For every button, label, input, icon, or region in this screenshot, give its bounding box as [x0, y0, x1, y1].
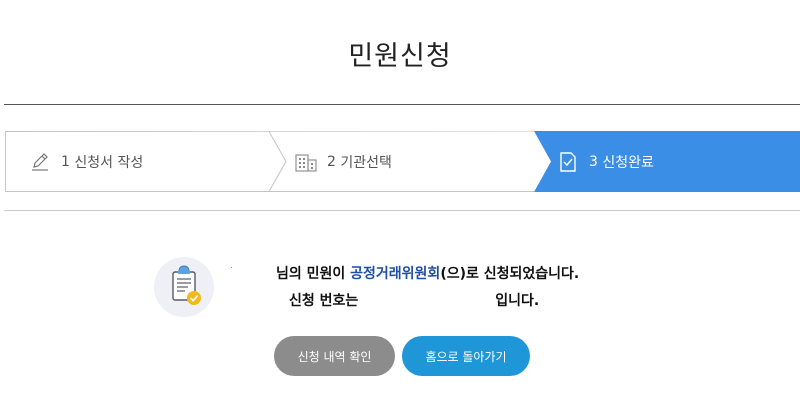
result-message-line2: 신청 번호는 입니다.	[289, 290, 539, 310]
step-3-number: 3	[589, 153, 598, 170]
application-number-prefix: 신청 번호는	[289, 293, 359, 309]
step-3: 3 신청완료	[557, 131, 654, 192]
page-title: 민원신청	[348, 41, 452, 72]
content-divider	[4, 210, 800, 211]
name-placeholder-mark	[231, 267, 232, 268]
application-number-suffix: 입니다.	[495, 293, 540, 309]
step-3-label: 신청완료	[602, 154, 654, 171]
title-divider	[4, 104, 800, 105]
document-check-icon	[557, 151, 579, 173]
result-message-line1: 님의 민원이 공정거래위원회(으)로 신청되었습니다.	[276, 263, 579, 283]
step-1: 1 신청서 작성	[29, 131, 143, 192]
step-2-number: 2	[327, 153, 336, 170]
result-message-end: (으)로 신청되었습니다.	[440, 266, 580, 282]
agency-name: 공정거래위원회	[350, 266, 441, 282]
go-home-button[interactable]: 홈으로 돌아가기	[402, 336, 530, 376]
step-1-number: 1	[61, 153, 70, 170]
building-icon	[295, 151, 317, 173]
step-2: 2 기관선택	[295, 131, 392, 192]
clipboard-check-icon	[154, 257, 214, 317]
page: 민원신청 1 신청서 작성 2 기관선택 3 신청완료 님의 민원이 공정거래위…	[0, 0, 800, 418]
step-1-label: 신청서 작성	[74, 154, 144, 171]
step-2-label: 기관선택	[340, 154, 392, 171]
view-history-button[interactable]: 신청 내역 확인	[274, 336, 395, 376]
result-message-prefix: 님의 민원이	[276, 266, 351, 282]
progress-stepper: 1 신청서 작성 2 기관선택 3 신청완료	[5, 131, 800, 192]
pencil-icon	[29, 151, 51, 173]
